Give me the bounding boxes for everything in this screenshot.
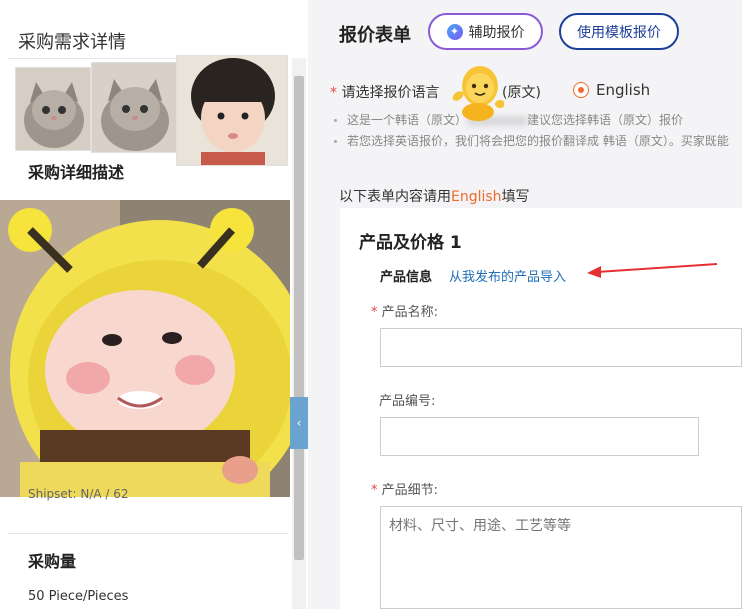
product-code-input[interactable] xyxy=(380,417,699,456)
product-detail-label: * 产品细节: xyxy=(371,483,439,498)
fill-language-hint: 以下表单内容请用English填写 xyxy=(339,189,530,205)
language-option-original[interactable]: (原文) xyxy=(502,82,541,102)
child-photo xyxy=(177,56,287,165)
product-section-title: 产品及价格 1 xyxy=(359,233,462,253)
detail-heading: 采购详细描述 xyxy=(28,163,125,182)
template-quote-button[interactable]: 使用模板报价 xyxy=(559,13,679,50)
language-prompt: * 请选择报价语言 xyxy=(330,82,439,102)
import-from-products-link[interactable]: 从我发布的产品导入 xyxy=(449,266,566,285)
quantity-value: 50 Piece/Pieces xyxy=(28,589,129,604)
divider xyxy=(8,533,288,534)
product-info-label: 产品信息 xyxy=(380,270,433,285)
english-radio[interactable] xyxy=(573,82,589,98)
quote-form-title: 报价表单 xyxy=(339,25,411,46)
spec-text-fragment: Shipset: N/A / 62 xyxy=(28,487,129,501)
radio-selected-dot xyxy=(578,87,584,93)
product-image-thumbnail-3[interactable] xyxy=(176,55,288,166)
language-option-english[interactable]: English xyxy=(596,81,650,99)
template-quote-label: 使用模板报价 xyxy=(577,24,661,41)
language-note-2: 若您选择英语报价，我们将会把您的报价翻译成 韩语（原文）。买家既能 xyxy=(334,132,729,149)
chevron-left-icon: ‹ xyxy=(296,416,302,430)
required-mark: * xyxy=(330,85,337,101)
required-mark: * xyxy=(371,483,378,498)
child-sticker-image xyxy=(0,200,290,497)
product-image-thumbnail-1[interactable] xyxy=(15,67,91,151)
sticker-mascot-icon xyxy=(452,66,504,121)
assist-quote-button[interactable]: ✦ 辅助报价 xyxy=(428,13,543,50)
product-image-thumbnail-2[interactable] xyxy=(91,62,177,153)
required-mark: * xyxy=(371,305,378,320)
language-note-1: 这是一个韩语（原文） 建议您选择韩语（原文）报价 xyxy=(334,111,683,128)
product-name-input[interactable] xyxy=(380,328,742,367)
quantity-heading: 采购量 xyxy=(28,552,77,571)
cat-photo xyxy=(92,63,176,152)
language-prompt-label: 请选择报价语言 xyxy=(341,85,440,101)
scrollbar-thumb[interactable] xyxy=(294,76,304,560)
sparkle-icon: ✦ xyxy=(446,23,463,40)
panel-title: 采购需求详情 xyxy=(18,32,126,53)
product-code-label: 产品编号: xyxy=(379,394,436,409)
cat-photo xyxy=(16,68,90,150)
red-arrow-annotation xyxy=(587,263,718,278)
assist-quote-label: 辅助报价 xyxy=(468,24,525,41)
collapse-panel-toggle[interactable]: ‹ xyxy=(290,397,308,449)
product-name-label: * 产品名称: xyxy=(371,305,439,320)
purchase-detail-panel: 采购需求详情 采购详细描述 Shipset: N/A / 62 采购量 50 P… xyxy=(0,0,308,609)
product-detail-textarea[interactable] xyxy=(380,506,742,609)
